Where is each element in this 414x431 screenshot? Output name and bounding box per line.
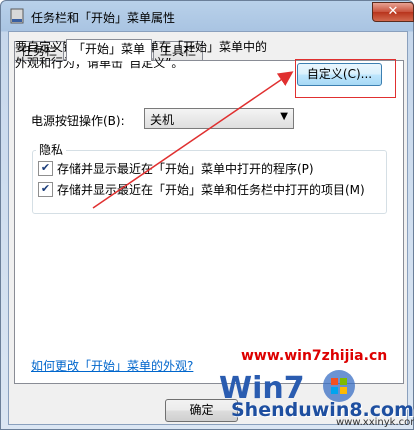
window-title: 任务栏和「开始」菜单属性 (31, 11, 176, 25)
power-button-value: 关机 (150, 113, 175, 127)
privacy-group-title: 隐私 (36, 141, 67, 158)
recent-programs-label: 存储并显示最近在「开始」菜单中打开的程序(P) (57, 162, 314, 176)
recent-items-label: 存储并显示最近在「开始」菜单和任务栏中打开的项目(M) (57, 183, 365, 197)
power-button-label: 电源按钮操作(B): (31, 114, 125, 128)
start-menu-help-link[interactable]: 如何更改「开始」菜单的外观? (31, 357, 193, 374)
watermark-xxinyk: www.xxinyk.com (336, 417, 414, 428)
recent-programs-checkbox[interactable]: ✔ (38, 161, 53, 176)
watermark-win7zhijia: www.win7zhijia.cn (241, 348, 388, 364)
chevron-down-icon: ▼ (280, 111, 288, 122)
taskbar-properties-icon (10, 8, 24, 24)
tab-start-menu[interactable]: 「开始」菜单 (66, 39, 153, 61)
title-bar[interactable]: 任务栏和「开始」菜单属性 ✕ (1, 1, 414, 31)
recent-items-checkbox[interactable]: ✔ (38, 182, 53, 197)
close-button[interactable]: ✕ (372, 2, 414, 22)
recent-items-option[interactable]: ✔ 存储并显示最近在「开始」菜单和任务栏中打开的项目(M) (38, 182, 365, 197)
annotation-highlight-box (295, 59, 396, 98)
recent-programs-option[interactable]: ✔ 存储并显示最近在「开始」菜单中打开的程序(P) (38, 161, 314, 176)
dialog-window: 任务栏和「开始」菜单属性 ✕ 任务栏 「开始」菜单 工具栏 要自定义链接、图标和… (0, 0, 414, 430)
power-button-select[interactable]: 关机 ▼ (144, 108, 294, 129)
